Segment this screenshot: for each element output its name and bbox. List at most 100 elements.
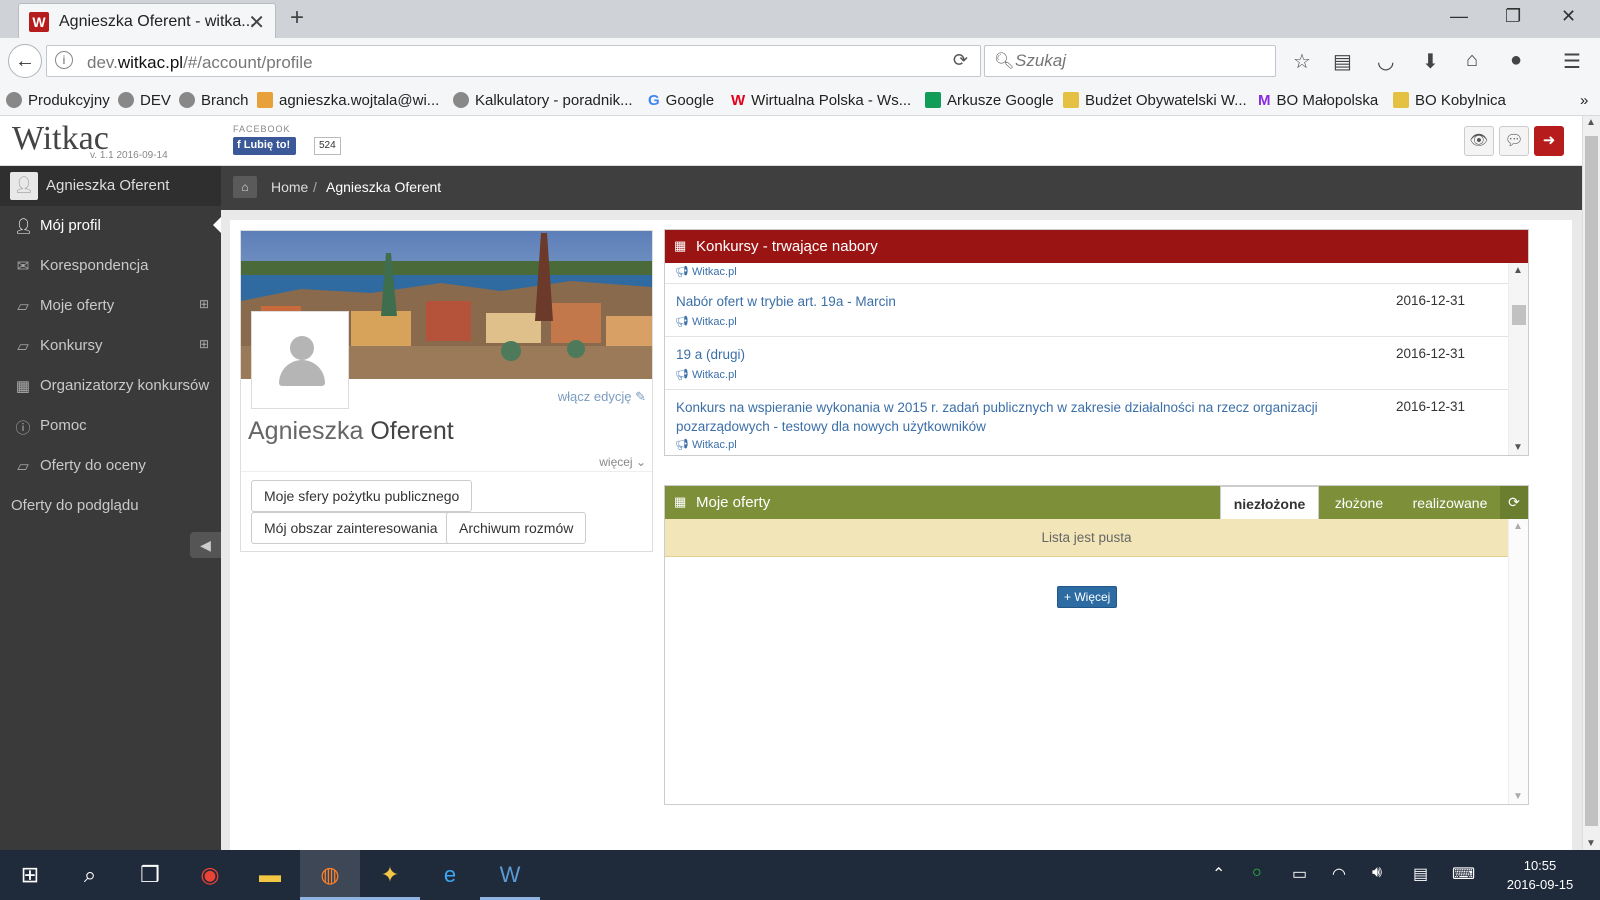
more-label: więcej <box>599 455 633 469</box>
wifi-icon[interactable]: ◠ <box>1332 864 1346 884</box>
list-item[interactable]: 19 a (drugi) 2016-12-31 📢︎ Witkac.pl <box>665 337 1508 390</box>
bookmark-dev[interactable]: DEV <box>118 92 171 109</box>
source-link[interactable]: 📢︎ Witkac.pl <box>675 265 737 278</box>
bookmark-budzet[interactable]: Budżet Obywatelski W... <box>1063 92 1247 109</box>
bookmarks-overflow-icon[interactable]: » <box>1580 92 1588 109</box>
bookmark-bo-malopolska[interactable]: M BO Małopolska <box>1258 92 1378 109</box>
expand-icon[interactable]: ⊞ <box>199 337 209 351</box>
sidebar-item-organizers[interactable]: ▦ Organizatorzy konkursów <box>0 366 221 406</box>
bookmark-bo-kobylnica[interactable]: BO Kobylnica <box>1393 92 1506 109</box>
close-window-button[interactable]: ✕ <box>1561 6 1576 27</box>
chevron-down-icon[interactable]: ▼ <box>1513 442 1523 453</box>
source-link[interactable]: 📢︎ Witkac.pl <box>675 315 737 328</box>
collapse-sidebar-button[interactable]: ◀ <box>190 532 221 558</box>
download-icon[interactable]: ⬇ <box>1422 49 1439 74</box>
list-item[interactable]: Nabór ofert w trybie art. 19a - Marcin 2… <box>665 284 1508 337</box>
sidebar-item-offers-to-review[interactable]: ▱ Oferty do oceny <box>0 446 221 486</box>
page-scrollbar[interactable]: ▲ ▼ <box>1582 116 1600 850</box>
bookmark-branch[interactable]: Branch <box>179 92 249 109</box>
search-icon[interactable]: ⌕ <box>60 850 120 900</box>
reload-icon[interactable]: ⟳ <box>953 50 968 71</box>
public-benefit-spheres-button[interactable]: Moje sfery pożytku publicznego <box>251 480 473 512</box>
keyboard-icon[interactable]: ⌨ <box>1452 864 1475 884</box>
sidebar-item-my-offers[interactable]: ▱ Moje oferty ⊞ <box>0 286 221 326</box>
browser-tab[interactable]: W Agnieszka Oferent - witka... ✕ <box>18 3 276 39</box>
word-icon[interactable]: W <box>480 850 540 900</box>
contests-scrollbar[interactable]: ▲ ▼ <box>1508 263 1528 455</box>
bookmark-arkusze[interactable]: Arkusze Google <box>925 92 1054 109</box>
windows-start-icon[interactable]: ⊞ <box>0 850 60 900</box>
internet-explorer-icon[interactable]: e <box>420 850 480 900</box>
contest-title-link[interactable]: Konkurs na wspieranie wykonania w 2015 r… <box>676 398 1336 436</box>
chevron-up-icon[interactable]: ▲ <box>1513 521 1523 532</box>
info-icon[interactable]: i <box>55 51 73 69</box>
firefox-icon[interactable]: ◍ <box>300 850 360 900</box>
status-circle-icon[interactable]: ○ <box>1252 864 1262 882</box>
profile-avatar[interactable] <box>251 311 349 409</box>
refresh-icon[interactable]: ⟳ <box>1500 486 1528 519</box>
sidebar-item-offers-preview[interactable]: Oferty do podglądu <box>0 486 221 526</box>
source-link[interactable]: 📢︎ Witkac.pl <box>675 438 737 451</box>
sidebar-item-contests[interactable]: ▱ Konkursy ⊞ <box>0 326 221 366</box>
bookmark-google[interactable]: G Google <box>648 92 714 109</box>
tab-submitted[interactable]: złożone <box>1320 486 1398 519</box>
restore-button[interactable]: ❐ <box>1505 6 1521 27</box>
clock[interactable]: 10:55 2016-09-15 <box>1500 856 1580 894</box>
home-icon[interactable]: ⌂ <box>233 176 257 198</box>
comment-icon[interactable]: 💬︎ <box>1499 126 1529 156</box>
chevron-down-icon[interactable]: ▼ <box>1513 791 1523 802</box>
facebook-like-button[interactable]: f Lubię to! <box>233 137 297 155</box>
bookmark-mail[interactable]: agnieszka.wojtala@wi... <box>257 92 439 109</box>
scrollbar-thumb[interactable] <box>1512 305 1526 325</box>
eye-icon[interactable]: 👁︎ <box>1464 126 1494 156</box>
bookmark-star-icon[interactable]: ☆ <box>1293 49 1311 74</box>
bookmark-produkcyjny[interactable]: Produkcyjny <box>6 92 110 109</box>
battery-icon[interactable]: ▭ <box>1292 864 1307 884</box>
list-item[interactable]: Konkurs na wspieranie wykonania w 2015 r… <box>665 390 1508 455</box>
offers-scrollbar[interactable]: ▲ ▼ <box>1508 519 1528 804</box>
sidebar-item-help[interactable]: ⓘ Pomoc <box>0 406 221 446</box>
breadcrumb-home[interactable]: Home <box>271 179 308 195</box>
tab-in-progress[interactable]: realizowane <box>1400 486 1500 519</box>
chat-icon[interactable]: ● <box>1510 49 1522 72</box>
logout-icon[interactable]: ➜ <box>1534 126 1564 156</box>
sidebar-user[interactable]: 👤︎ Agnieszka Oferent <box>0 166 221 206</box>
chevron-up-icon[interactable]: ▲ <box>1513 265 1523 276</box>
scrollbar-thumb[interactable] <box>1585 136 1598 826</box>
bookmark-kalkulatory[interactable]: Kalkulatory - poradnik... <box>453 92 633 109</box>
app-icon[interactable]: ✦ <box>360 850 420 900</box>
search-input[interactable] <box>1015 51 1255 71</box>
tab-not-submitted[interactable]: niezłożone <box>1220 486 1319 519</box>
chrome-icon[interactable]: ◉ <box>180 850 240 900</box>
volume-icon[interactable]: 🔊︎ <box>1372 864 1382 882</box>
task-view-icon[interactable]: ❒ <box>120 850 180 900</box>
pocket-icon[interactable]: ◡ <box>1377 49 1394 74</box>
file-explorer-icon[interactable]: ▬ <box>240 850 300 900</box>
minimize-button[interactable]: — <box>1450 6 1468 27</box>
list-item[interactable]: 📢︎ Witkac.pl <box>665 263 1508 284</box>
close-tab-icon[interactable]: ✕ <box>248 10 265 35</box>
chevron-down-icon[interactable]: ▼ <box>1586 838 1596 849</box>
bookmark-wp[interactable]: W Wirtualna Polska - Ws... <box>731 92 911 109</box>
sidebar-item-correspondence[interactable]: ✉ Korespondencja <box>0 246 221 286</box>
reading-list-icon[interactable]: ▤ <box>1333 49 1352 74</box>
menu-icon[interactable]: ☰ <box>1563 49 1581 74</box>
expand-icon[interactable]: ⊞ <box>199 297 209 311</box>
more-button[interactable]: + Więcej <box>1057 586 1118 608</box>
sidebar-item-profile[interactable]: 👤︎ Mój profil <box>0 206 221 246</box>
home-icon[interactable]: ⌂ <box>1466 49 1478 72</box>
search-box[interactable]: 🔍︎ <box>984 45 1276 77</box>
new-tab-button[interactable]: + <box>290 4 304 32</box>
enable-edit-link[interactable]: włącz edycję ✎ <box>558 389 646 405</box>
more-link[interactable]: więcej ⌄ <box>599 455 646 469</box>
chevron-up-icon[interactable]: ▲ <box>1586 117 1596 128</box>
chat-archive-button[interactable]: Archiwum rozmów <box>446 512 587 544</box>
address-bar[interactable]: i dev.witkac.pl/#/account/profile ⟳ <box>46 45 981 77</box>
contest-title-link[interactable]: 19 a (drugi) <box>676 345 1336 364</box>
notification-icon[interactable]: ▤ <box>1413 864 1428 884</box>
back-button[interactable]: ← <box>8 44 42 78</box>
area-of-interest-button[interactable]: Mój obszar zainteresowania <box>251 512 451 544</box>
source-link[interactable]: 📢︎ Witkac.pl <box>675 368 737 381</box>
contest-title-link[interactable]: Nabór ofert w trybie art. 19a - Marcin <box>676 292 1336 311</box>
show-hidden-icons-icon[interactable]: ⌃ <box>1212 864 1225 884</box>
